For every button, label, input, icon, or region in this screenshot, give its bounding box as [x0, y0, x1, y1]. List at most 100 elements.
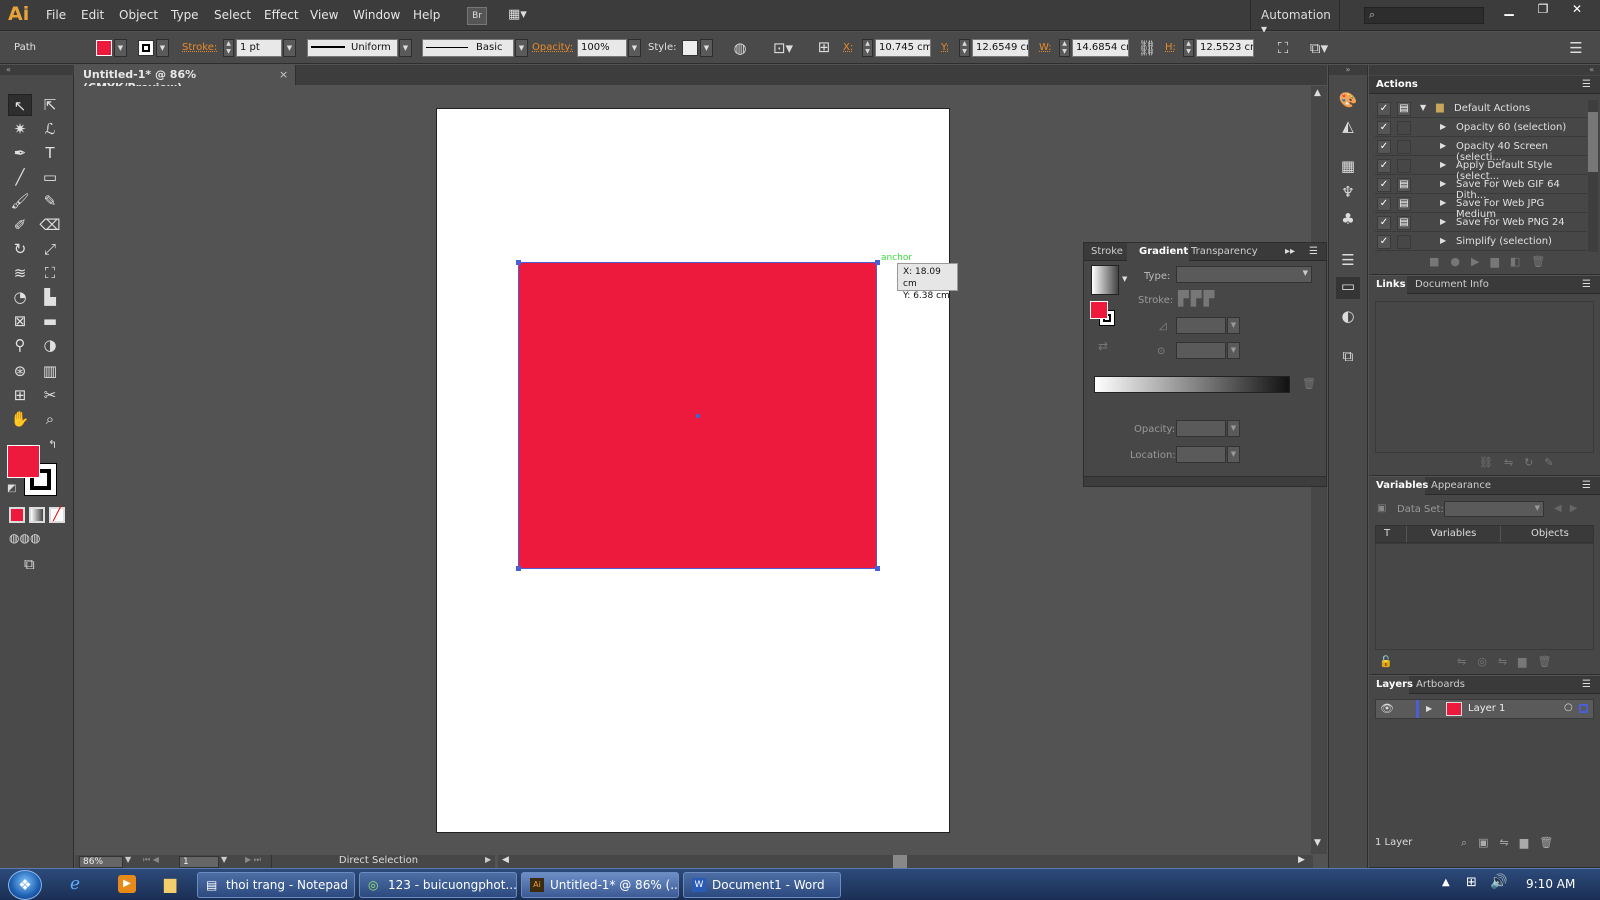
artboard-tool[interactable]: ⊞ [8, 384, 32, 406]
delete-stop-icon[interactable]: 🗑 [1302, 377, 1316, 390]
dialog-toggle-icon[interactable] [1397, 235, 1411, 249]
stroke-panel-icon[interactable]: ☰ [1338, 251, 1358, 269]
scroll-right-icon[interactable]: ▶ [1298, 855, 1305, 865]
screen-mode-icon[interactable]: ⧉ [24, 555, 50, 573]
swatches-icon[interactable]: ▦ [1338, 157, 1358, 175]
variables-menu-icon[interactable]: ☰ [1582, 480, 1591, 491]
lasso-tool[interactable]: ℒ [38, 118, 62, 140]
fill-swatch[interactable] [96, 40, 112, 56]
color-panel-icon[interactable]: ◭ [1338, 117, 1358, 135]
scroll-up-icon[interactable]: ▲ [1314, 88, 1321, 98]
tab-gradient[interactable]: Gradient [1127, 243, 1189, 261]
blob-brush-tool[interactable]: ✐ [8, 214, 32, 236]
action-row[interactable]: ✓ ▶ Apply Default Style (select... [1375, 157, 1587, 182]
symbol-sprayer-tool[interactable]: ⊛ [8, 360, 32, 382]
h-stepper[interactable]: ▲ ▼ [1183, 39, 1194, 57]
transform-icon[interactable]: ⛶ [1273, 39, 1293, 57]
expand-triangle-icon[interactable]: ▼ [1420, 103, 1426, 112]
artboard-dropdown[interactable]: ▼ [221, 855, 227, 864]
selection-tool[interactable]: ↖ [8, 94, 32, 116]
check-icon[interactable]: ✓ [1377, 235, 1391, 249]
y-label[interactable]: Y: [941, 42, 949, 53]
profile-dropdown[interactable]: ▼ [399, 39, 412, 57]
tab-stroke[interactable]: Stroke [1091, 246, 1123, 257]
tab-layers[interactable]: Layers [1369, 676, 1413, 694]
swap-colors-icon[interactable]: ↰ [48, 438, 57, 451]
minimize-button[interactable]: ▁ [1492, 0, 1526, 20]
menu-type[interactable]: Type [171, 8, 199, 22]
menu-object[interactable]: Object [119, 8, 158, 22]
paintbrush-tool[interactable]: 🖌 [8, 190, 32, 212]
expand-triangle-icon[interactable]: ▶ [1426, 704, 1432, 713]
gradient-type-select[interactable]: ▼ [1176, 266, 1312, 283]
w-stepper[interactable]: ▲ ▼ [1059, 39, 1070, 57]
free-transform-tool[interactable]: ⛶ [38, 262, 62, 284]
expand-triangle-icon[interactable]: ▶ [1440, 198, 1446, 207]
aspect-ratio-field[interactable] [1176, 342, 1226, 359]
symbols-icon[interactable]: ♣ [1338, 210, 1358, 228]
type-tool[interactable]: T [38, 142, 62, 164]
reference-point-icon[interactable]: ⊞ [814, 38, 834, 56]
aspect-ratio-dropdown[interactable]: ▼ [1227, 342, 1240, 359]
internet-explorer-icon[interactable]: ℯ [70, 874, 80, 894]
task-illustrator[interactable]: Ai Untitled-1* @ 86% (... [521, 872, 679, 898]
dialog-toggle-icon[interactable]: ▤ [1397, 102, 1411, 116]
width-tool[interactable]: ≋ [8, 262, 32, 284]
task-browser[interactable]: ◎ 123 - buicuongphot... [359, 872, 517, 898]
angle-dropdown[interactable]: ▼ [1227, 317, 1240, 334]
volume-icon[interactable]: 🔊 [1490, 874, 1507, 890]
action-row[interactable]: ✓ ▶ Opacity 60 (selection) [1375, 119, 1587, 137]
eyedropper-tool[interactable]: ⚲ [8, 334, 32, 356]
rotate-tool[interactable]: ↻ [8, 238, 32, 260]
x-stepper[interactable]: ▲ ▼ [862, 39, 873, 57]
scroll-left-icon[interactable]: ◀ [502, 855, 509, 865]
expand-triangle-icon[interactable]: ▶ [1440, 179, 1446, 188]
layer-name[interactable]: Layer 1 [1468, 703, 1505, 714]
shape-builder-tool[interactable]: ◔ [8, 286, 32, 308]
angle-field[interactable] [1176, 317, 1226, 334]
gradient-slider[interactable] [1094, 376, 1290, 393]
location-field[interactable] [1176, 446, 1226, 463]
fill-dropdown[interactable]: ▼ [114, 39, 127, 57]
layer-row[interactable]: 👁 ▶ Layer 1 ○ [1375, 699, 1594, 719]
h-label[interactable]: H: [1165, 42, 1176, 53]
gradient-fill-swatch[interactable] [1090, 301, 1108, 319]
mesh-tool[interactable]: ⊠ [8, 310, 32, 332]
variable-width-profile[interactable]: Uniform [307, 39, 398, 57]
pencil-tool[interactable]: ✎ [38, 190, 62, 212]
actions-footer-buttons[interactable]: ■●▶▆◧🗑 [1429, 255, 1556, 268]
stroke-weight-field[interactable]: 1 pt [236, 39, 282, 57]
dialog-toggle-icon[interactable]: ▤ [1397, 216, 1411, 230]
links-footer-buttons[interactable]: ⛓⇋↻✎ [1479, 456, 1565, 469]
variables-footer-buttons[interactable]: ⇋◎⇋▆🗑 [1457, 655, 1562, 668]
dialog-toggle-icon[interactable] [1397, 121, 1411, 135]
reverse-gradient-icon[interactable]: ⇄ [1098, 339, 1108, 353]
selection-square-icon[interactable] [1579, 704, 1588, 713]
action-row[interactable]: ✓ ▤ ▼ ▆ Default Actions [1375, 100, 1587, 118]
document-tab[interactable]: Untitled-1* @ 86% (CMYK/Preview)× [75, 65, 296, 94]
horizontal-scrollbar[interactable]: ◀ ▶ [498, 855, 1313, 868]
brush-dropdown[interactable]: ▼ [515, 39, 528, 57]
color-guide-icon[interactable]: 🎨 [1338, 91, 1358, 109]
check-icon[interactable]: ✓ [1377, 159, 1391, 173]
zoom-dropdown[interactable]: ▼ [125, 855, 131, 864]
tab-links[interactable]: Links [1369, 276, 1407, 294]
network-icon[interactable]: ⊞ [1466, 875, 1477, 890]
lock-icon[interactable]: 🔓 [1379, 655, 1393, 668]
gradient-tool[interactable]: ▬ [38, 310, 62, 332]
last-artboard-icon[interactable]: ▶ ⏭ [245, 855, 261, 865]
perspective-grid-tool[interactable]: ▙ [38, 286, 62, 308]
fill-color-box[interactable] [7, 445, 40, 478]
check-icon[interactable]: ✓ [1377, 102, 1391, 116]
scale-tool[interactable]: ⤢ [38, 238, 62, 260]
anchor-point[interactable] [516, 260, 521, 265]
slice-tool[interactable]: ✂ [38, 384, 62, 406]
location-dropdown[interactable]: ▼ [1227, 446, 1240, 463]
strip-collapse-icon[interactable]: » [1329, 65, 1367, 75]
h-field[interactable]: 12.5523 cm [1196, 39, 1254, 57]
y-stepper[interactable]: ▲ ▼ [959, 39, 970, 57]
current-tool-status[interactable]: Direct Selection [271, 855, 485, 868]
expand-triangle-icon[interactable]: ▶ [1440, 141, 1446, 150]
workspace-switcher[interactable]: Automation ▾ [1250, 0, 1340, 36]
panel-menu-icon[interactable]: ☰ [1309, 246, 1318, 257]
